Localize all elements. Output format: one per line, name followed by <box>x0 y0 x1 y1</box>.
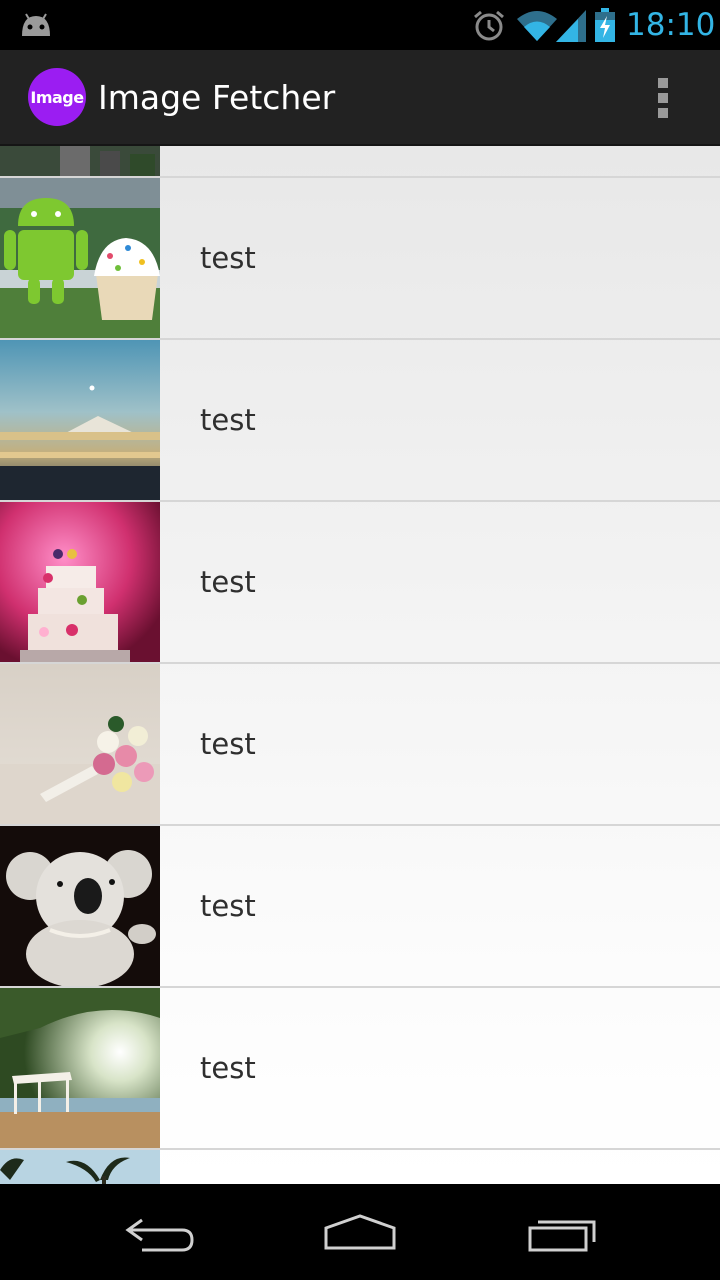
list-item[interactable] <box>0 1150 720 1184</box>
wifi-icon <box>517 11 557 41</box>
koala-toy-thumbnail <box>0 826 160 986</box>
list-item-label: test <box>200 403 256 437</box>
flower-bouquet-thumbnail <box>0 664 160 824</box>
list-item-label: test <box>200 889 256 923</box>
app-title: Image Fetcher <box>98 78 336 117</box>
list-item[interactable] <box>0 146 720 178</box>
app-logo-text: Image <box>30 87 84 107</box>
status-bar: 18:10 <box>0 0 720 50</box>
recents-icon[interactable] <box>522 1208 602 1258</box>
list-item-label: test <box>200 565 256 599</box>
list-item-label: test <box>200 727 256 761</box>
palm-trees-thumbnail <box>0 1150 160 1184</box>
list-item-label: test <box>200 1051 256 1085</box>
beach-gazebo-thumbnail <box>0 988 160 1148</box>
overflow-dot <box>658 108 668 118</box>
list-item[interactable]: test <box>0 178 720 340</box>
action-bar: Image Image Fetcher <box>0 50 720 146</box>
list-item[interactable]: test <box>0 988 720 1150</box>
android-statue-thumbnail <box>0 178 160 338</box>
overflow-dot <box>658 78 668 88</box>
overflow-menu-icon[interactable] <box>648 72 678 124</box>
clock: 18:10 <box>626 7 716 43</box>
alarm-icon <box>474 10 504 41</box>
android-notification-icon <box>22 13 50 36</box>
overflow-dot <box>658 93 668 103</box>
navigation-bar <box>0 1184 720 1280</box>
home-icon[interactable] <box>320 1208 400 1258</box>
back-icon[interactable] <box>120 1208 200 1258</box>
list-item[interactable]: test <box>0 826 720 988</box>
mountain-sky-thumbnail <box>0 340 160 500</box>
battery-charging-icon <box>595 8 615 42</box>
list-item[interactable]: test <box>0 502 720 664</box>
list-item[interactable]: test <box>0 664 720 826</box>
image-list[interactable]: test test test test test test <box>0 146 720 1184</box>
app-logo-icon[interactable]: Image <box>28 68 86 126</box>
list-item-label: test <box>200 241 256 275</box>
signal-icon <box>556 10 586 42</box>
city-night-thumbnail <box>0 146 160 176</box>
list-item[interactable]: test <box>0 340 720 502</box>
wedding-cake-thumbnail <box>0 502 160 662</box>
